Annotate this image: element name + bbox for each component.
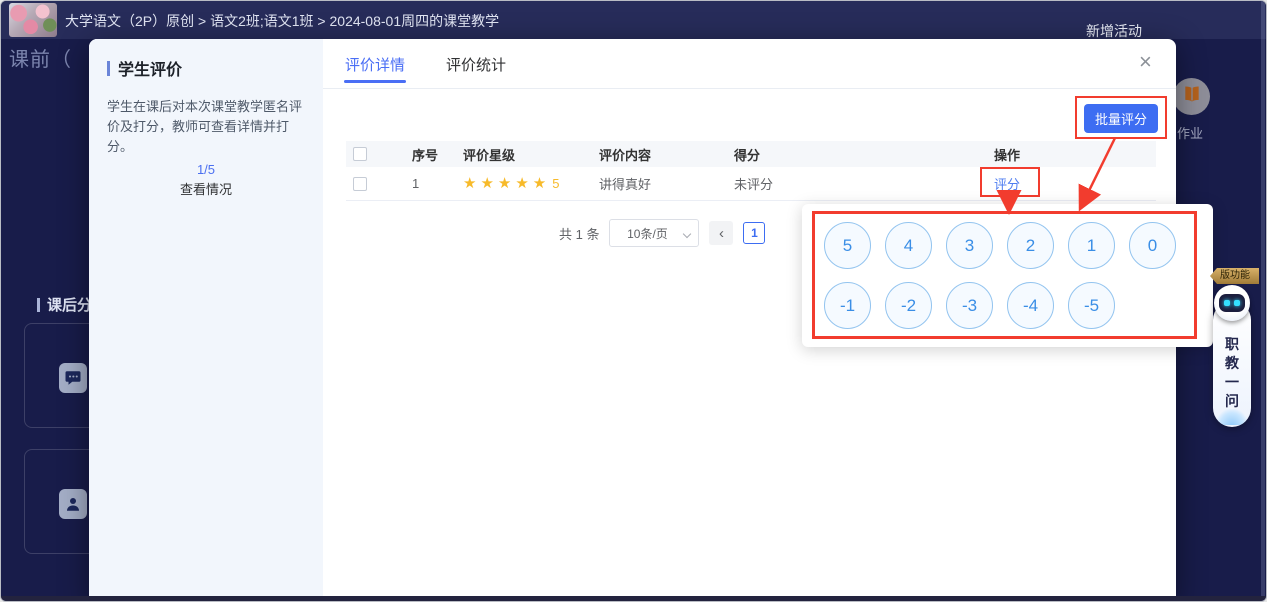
- page-size-select[interactable]: 10条/页: [609, 219, 699, 247]
- student-icon: [59, 489, 87, 519]
- score-option-button[interactable]: -4: [1007, 282, 1054, 329]
- score-option-button[interactable]: 4: [885, 222, 932, 269]
- column-header-stars: 评价星级: [451, 145, 581, 164]
- row-checkbox[interactable]: [353, 177, 367, 191]
- view-status-link[interactable]: 查看情况: [89, 179, 323, 198]
- table-header-row: 序号 评价星级 评价内容 得分 操作: [346, 141, 1156, 167]
- window-bottom-edge: [1, 596, 1266, 601]
- score-option-button[interactable]: 1: [1068, 222, 1115, 269]
- active-tab-underline: [344, 80, 406, 83]
- score-option-button[interactable]: 3: [946, 222, 993, 269]
- robot-icon: [1214, 285, 1250, 321]
- score-row-negative: -1 -2 -3 -4 -5: [824, 282, 1194, 329]
- wave-decoration-icon: [1216, 409, 1248, 425]
- score-option-button[interactable]: -2: [885, 282, 932, 329]
- row-score: 未评分: [716, 174, 961, 193]
- panel-description: 学生在课后对本次课堂教学匿名评价及打分，教师可查看详情并打分。: [107, 97, 311, 157]
- homework-button[interactable]: [1173, 78, 1210, 115]
- evaluation-table: 序号 评价星级 评价内容 得分 操作 1 ★★★★★ 5 讲得真好 未评分 评分: [346, 141, 1156, 201]
- annotation-box-score-options: 543210 -1 -2 -3 -4 -5: [812, 211, 1197, 339]
- column-header-index: 序号: [396, 145, 451, 164]
- modal-sidebar: 学生评价 学生在课后对本次课堂教学匿名评价及打分，教师可查看详情并打分。 1/5…: [89, 39, 323, 602]
- score-row-positive: 543210: [824, 222, 1194, 269]
- row-content: 讲得真好: [581, 174, 716, 193]
- section-bar-icon: [37, 298, 40, 312]
- star-rating-icon: ★★★★★: [463, 176, 550, 191]
- row-index: 1: [396, 176, 451, 191]
- top-bar: 大学语文（2P）原创 > 语文2班;语文1班 > 2024-08-01周四的课堂…: [1, 1, 1266, 39]
- app-window: 大学语文（2P）原创 > 语文2班;语文1班 > 2024-08-01周四的课堂…: [0, 0, 1267, 602]
- close-icon[interactable]: ×: [1139, 51, 1152, 73]
- title-bar-icon: [107, 61, 110, 76]
- divider: [323, 88, 1176, 89]
- course-cover-thumbnail: [9, 3, 57, 37]
- chevron-down-icon: [683, 230, 691, 238]
- homework-label: 作业: [1177, 123, 1203, 142]
- table-row: 1 ★★★★★ 5 讲得真好 未评分 评分: [346, 167, 1156, 201]
- window-edge: [1261, 1, 1265, 601]
- book-icon: [1182, 84, 1202, 109]
- after-class-section-label: 课后分: [37, 294, 92, 315]
- tab-evaluation-statistics[interactable]: 评价统计: [446, 54, 506, 75]
- score-action-link[interactable]: 评分: [994, 177, 1020, 192]
- column-header-score: 得分: [716, 145, 961, 164]
- progress-count: 1/5: [89, 162, 323, 177]
- assistant-widget[interactable]: 职教一问: [1213, 285, 1251, 427]
- pagination: 共 1 条 10条/页 ‹ 1: [559, 219, 765, 247]
- assistant-label: 职教一问: [1213, 335, 1251, 411]
- batch-score-button[interactable]: 批量评分: [1084, 104, 1158, 133]
- panel-title: 学生评价: [107, 56, 182, 80]
- breadcrumb: 大学语文（2P）原创 > 语文2班;语文1班 > 2024-08-01周四的课堂…: [65, 11, 499, 31]
- star-rating-value: 5: [552, 176, 559, 191]
- new-activity-button[interactable]: 新增活动: [1086, 21, 1142, 41]
- total-count-label: 共 1 条: [559, 224, 599, 243]
- score-option-button[interactable]: -1: [824, 282, 871, 329]
- discussion-icon: [59, 363, 87, 393]
- score-option-button[interactable]: 2: [1007, 222, 1054, 269]
- column-header-content: 评价内容: [581, 145, 716, 164]
- score-option-button[interactable]: -3: [946, 282, 993, 329]
- score-option-button[interactable]: -5: [1068, 282, 1115, 329]
- score-selection-popup: 543210 -1 -2 -3 -4 -5: [802, 204, 1213, 347]
- tab-evaluation-detail[interactable]: 评价详情: [345, 54, 405, 75]
- select-all-checkbox[interactable]: [353, 147, 367, 161]
- new-feature-ribbon: 版功能: [1210, 268, 1259, 284]
- previous-page-button[interactable]: ‹: [709, 221, 733, 245]
- column-header-action: 操作: [961, 145, 1156, 164]
- page-number-button[interactable]: 1: [743, 222, 765, 244]
- score-option-button[interactable]: 0: [1129, 222, 1176, 269]
- score-option-button[interactable]: 5: [824, 222, 871, 269]
- stage-label: 课前（: [9, 43, 72, 72]
